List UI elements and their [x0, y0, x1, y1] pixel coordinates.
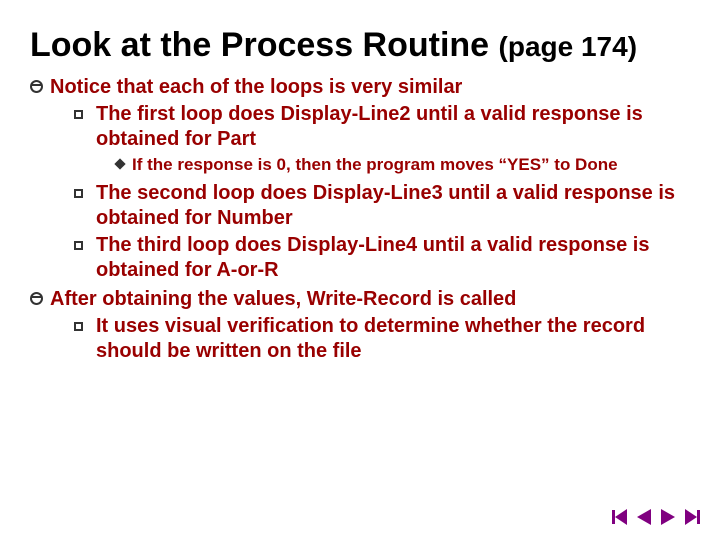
- prev-icon: [637, 509, 651, 525]
- next-icon: [661, 509, 675, 525]
- bullet-level2: The first loop does Display-Line2 until …: [30, 102, 690, 152]
- nav-prev-button[interactable]: [634, 508, 654, 526]
- bullet-level2: The second loop does Display-Line3 until…: [30, 181, 690, 231]
- slide: Look at the Process Routine (page 174) N…: [0, 0, 720, 540]
- bullet-level3: If the response is 0, then the program m…: [30, 154, 690, 175]
- first-icon: [612, 509, 628, 525]
- bullet-level1: After obtaining the values, Write-Record…: [30, 287, 690, 312]
- bullet-level2: It uses visual verification to determine…: [30, 314, 690, 364]
- nav-controls: [610, 508, 702, 526]
- bullet-level1: Notice that each of the loops is very si…: [30, 75, 690, 100]
- bullet-level2: The third loop does Display-Line4 until …: [30, 233, 690, 283]
- nav-next-button[interactable]: [658, 508, 678, 526]
- nav-last-button[interactable]: [682, 508, 702, 526]
- slide-title: Look at the Process Routine (page 174): [30, 26, 690, 65]
- title-main: Look at the Process Routine: [30, 26, 499, 64]
- slide-body: Notice that each of the loops is very si…: [30, 75, 690, 364]
- title-page-ref: (page 174): [499, 31, 638, 62]
- nav-first-button[interactable]: [610, 508, 630, 526]
- last-icon: [684, 509, 700, 525]
